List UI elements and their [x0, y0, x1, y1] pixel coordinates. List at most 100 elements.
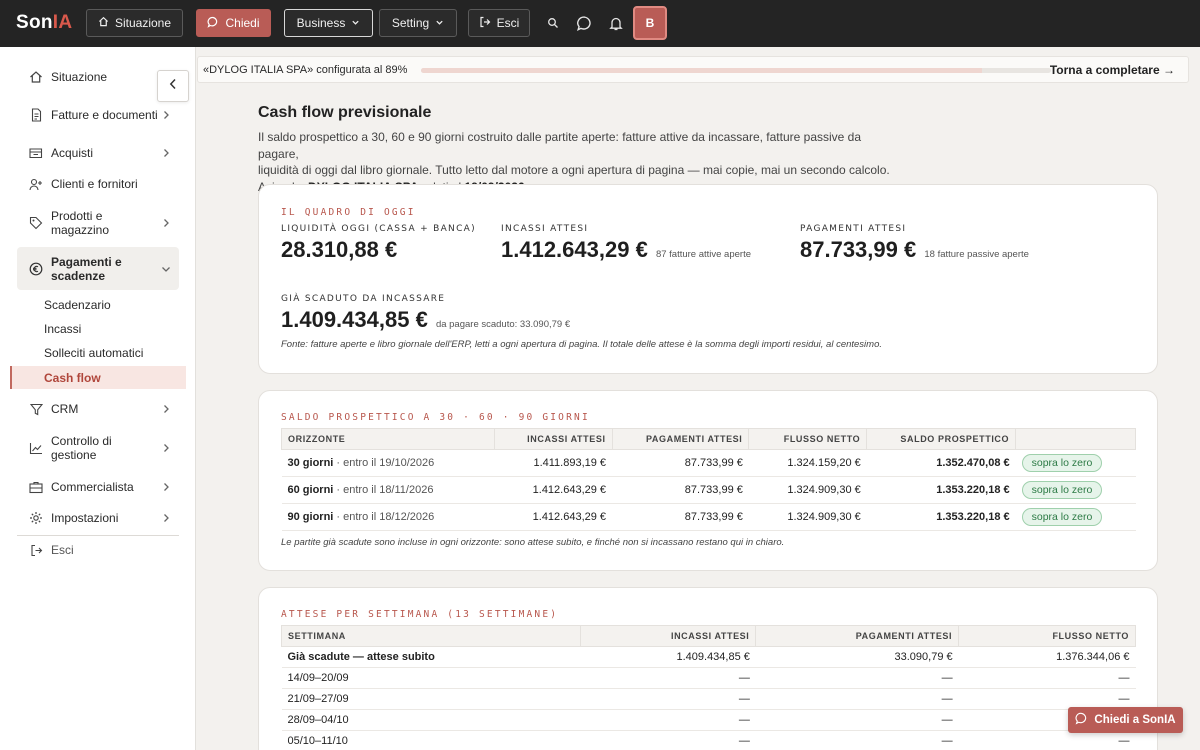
setup-progress-bar	[421, 68, 1051, 73]
chat-bubble-icon	[1075, 712, 1088, 728]
saldo-note: Le partite già scadute sono incluse in o…	[281, 537, 785, 548]
sidebar-item-label: Controllo di gestione	[51, 434, 112, 462]
incassi-cell: —	[580, 667, 756, 689]
orizzonte-cell: 60 giorni · entro il 18/11/2026	[281, 476, 495, 504]
situazione-button[interactable]: Situazione	[86, 9, 183, 37]
saldo-table: ORIZZONTE INCASSI ATTESI PAGAMENTI ATTES…	[281, 428, 1136, 531]
sidebar-item-pagamenti[interactable]: Pagamenti e scadenze	[17, 247, 179, 290]
situazione-button-label: Situazione	[114, 16, 172, 30]
pagamenti-cell: 87.733,99 €	[612, 449, 749, 477]
orizzonte-giorni: 30 giorni	[287, 457, 334, 469]
incassi-cell: 1.412.643,29 €	[494, 476, 613, 504]
setup-progress-banner: «DYLOG ITALIA SPA» configurata al 89% To…	[197, 56, 1189, 83]
logout-icon	[479, 16, 491, 31]
sidebar-item-label: Impostazioni	[51, 511, 119, 525]
sidebar-item-label: Clienti e fornitori	[51, 177, 138, 191]
table-row: 90 giorni · entro il 18/12/2026 1.412.64…	[281, 503, 1136, 531]
submenu-incassi[interactable]: Incassi	[44, 322, 81, 336]
chevron-right-icon	[159, 218, 173, 228]
incassi-cell: 1.412.643,29 €	[494, 503, 613, 531]
submenu-scadenzario[interactable]: Scadenzario	[44, 298, 111, 312]
bell-icon[interactable]	[606, 13, 626, 33]
liquidita-amount: 28.310,88 €	[281, 237, 398, 262]
sidebar-item-label: Acquisti	[51, 146, 94, 160]
sidebar-item-label: Fatture e documenti	[51, 108, 158, 122]
pagamenti-cell: 87.733,99 €	[612, 476, 749, 504]
euro-icon	[27, 260, 45, 278]
intro-line: Il saldo prospettico a 30, 60 e 90 giorn…	[258, 130, 862, 161]
pagamenti-cell: —	[755, 709, 959, 731]
business-dropdown[interactable]: Business	[284, 9, 373, 37]
sidebar-item-label: Commercialista	[51, 480, 134, 494]
complete-setup-link[interactable]: Torna a completare →	[1050, 63, 1175, 77]
user-avatar[interactable]: B	[633, 6, 667, 40]
table-row: 30 giorni · entro il 19/10/2026 1.411.89…	[281, 449, 1136, 477]
pagamenti-note: 18 fatture passive aperte	[924, 249, 1029, 260]
esci-button-label: Esci	[496, 16, 520, 30]
pagamenti-value: 87.733,99 € 18 fatture passive aperte	[800, 237, 1029, 263]
sidebar-item-impostazioni[interactable]: Impostazioni	[17, 508, 179, 528]
sidebar-item-label: Esci	[51, 543, 74, 557]
pagamenti-label: PAGAMENTI ATTESI	[800, 224, 907, 234]
setting-dropdown[interactable]: Setting	[379, 9, 457, 37]
column-header: PAGAMENTI ATTESI	[755, 625, 960, 647]
setup-progress-text: «DYLOG ITALIA SPA» configurata al 89%	[203, 64, 408, 76]
home-icon	[27, 68, 45, 86]
sidebar-item-clienti[interactable]: Clienti e fornitori	[17, 174, 179, 194]
setting-dropdown-label: Setting	[391, 16, 430, 30]
submenu-solleciti[interactable]: Solleciti automatici	[44, 346, 143, 360]
saldo-cell: 1.353.220,18 €	[866, 476, 1016, 504]
fonte-note: Fonte: fatture aperte e libro giornale d…	[281, 339, 883, 350]
sidebar: Situazione Fatture e documenti Acquisti …	[0, 47, 196, 750]
sidebar-item-acquisti[interactable]: Acquisti	[17, 143, 179, 163]
settimane-table: SETTIMANA INCASSI ATTESI PAGAMENTI ATTES…	[281, 625, 1136, 750]
sidebar-item-fatture[interactable]: Fatture e documenti	[17, 100, 179, 130]
sidebar-item-commercialista[interactable]: Commercialista	[17, 477, 179, 497]
sidebar-item-esci[interactable]: Esci	[17, 540, 179, 560]
settimana-cell: 14/09–20/09	[281, 667, 581, 689]
column-header: INCASSI ATTESI	[579, 625, 757, 647]
scaduto-label: GIÀ SCADUTO DA INCASSARE	[281, 294, 446, 304]
setup-progress-fill	[421, 68, 982, 73]
document-icon	[27, 106, 45, 124]
app-logo[interactable]: SonIA	[16, 12, 72, 34]
settimana-cell: Già scadute — attese subito	[281, 646, 581, 668]
intro-line: liquidità di oggi dal libro giornale. Tu…	[258, 163, 890, 177]
sidebar-item-label: Prodotti e magazzino	[51, 209, 110, 237]
column-header: FLUSSO NETTO	[748, 428, 868, 450]
scaduto-value: 1.409.434,85 € da pagare scaduto: 33.090…	[281, 307, 570, 333]
section-kicker: IL QUADRO DI OGGI	[281, 207, 416, 218]
ask-sonia-button[interactable]: Chiedi a SonIA	[1068, 707, 1183, 733]
status-badge: sopra lo zero	[1021, 481, 1103, 499]
search-icon[interactable]	[543, 13, 563, 33]
status-badge: sopra lo zero	[1021, 454, 1103, 472]
sidebar-item-label: Pagamenti e scadenze	[51, 254, 122, 283]
orizzonte-entro: · entro il 18/11/2026	[336, 484, 434, 496]
gear-icon	[27, 509, 45, 527]
sidebar-item-controllo[interactable]: Controllo di gestione	[17, 433, 179, 463]
column-header: PAGAMENTI ATTESI	[611, 428, 750, 450]
chat-icon[interactable]	[574, 13, 594, 33]
pagamenti-amount: 87.733,99 €	[800, 237, 917, 262]
submenu-cash-flow[interactable]: Cash flow	[10, 366, 186, 389]
sidebar-item-crm[interactable]: CRM	[17, 399, 179, 419]
collapse-sidebar-button[interactable]	[157, 70, 189, 102]
chart-line-icon	[27, 439, 45, 457]
flusso-cell: 1.324.909,30 €	[748, 476, 867, 504]
submenu-cash-flow-label: Cash flow	[44, 371, 101, 385]
chiedi-button[interactable]: Chiedi	[196, 9, 271, 37]
chevron-right-icon	[159, 404, 173, 414]
table-row: 28/09–04/10 — — —	[281, 709, 1136, 731]
pagamenti-cell: 33.090,79 €	[755, 646, 959, 668]
incassi-cell: —	[580, 709, 756, 731]
quadro-di-oggi-card: IL QUADRO DI OGGI LIQUIDITÀ OGGI (CASSA …	[258, 184, 1158, 374]
sidebar-item-prodotti[interactable]: Prodotti e magazzino	[17, 208, 179, 238]
sidebar-item-situazione[interactable]: Situazione	[17, 67, 179, 87]
pagamenti-cell: —	[755, 688, 959, 710]
logo-accent: IA	[52, 12, 73, 33]
esci-button[interactable]: Esci	[468, 9, 530, 37]
column-header	[1015, 428, 1136, 450]
column-header: SETTIMANA	[281, 625, 581, 647]
chevron-right-icon	[159, 110, 173, 120]
chat-bubble-icon	[207, 16, 219, 31]
